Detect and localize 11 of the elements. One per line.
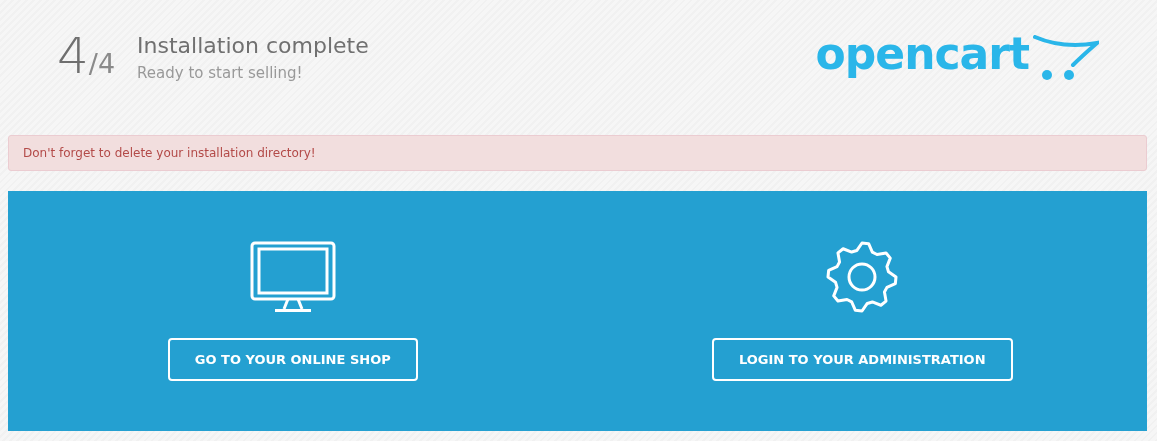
step-number: 4 [57,28,89,84]
cart-icon [1033,35,1099,81]
step-total: /4 [88,48,116,79]
monitor-icon [249,241,336,313]
action-button[interactable]: LOGIN TO YOUR ADMINISTRATION [711,338,1013,381]
page-subtitle: Ready to start selling! [137,64,304,82]
action-button[interactable]: GO TO YOUR ONLINE SHOP [167,338,418,381]
warning-alert: Don't forget to delete your installation directory! [8,135,1147,171]
page-title: Installation complete [137,32,369,60]
logo-text: opencart [815,27,1029,81]
gear-icon [825,241,900,313]
